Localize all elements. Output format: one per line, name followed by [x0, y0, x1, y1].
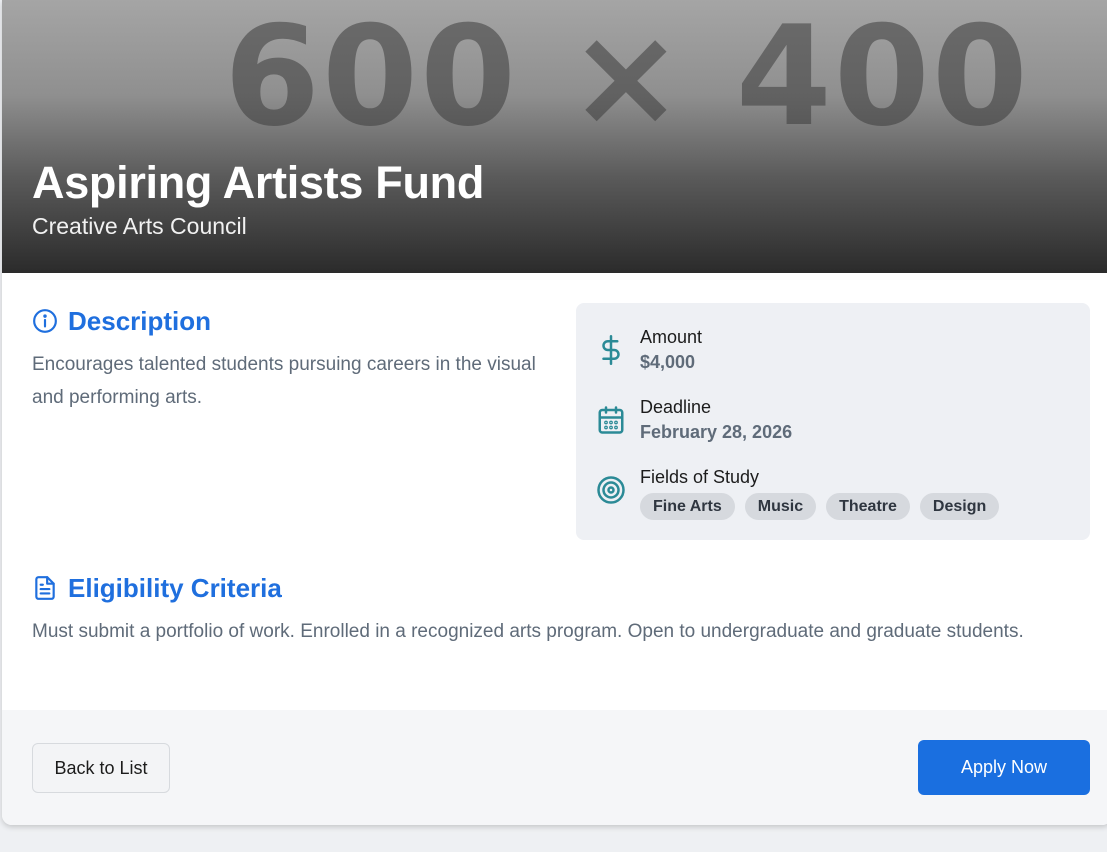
document-icon [35, 576, 55, 600]
dollar-icon [602, 335, 620, 365]
description-heading: Description [68, 306, 212, 336]
target-icon [597, 476, 625, 504]
scholarship-card: 600 × 400 Aspiring Artists Fund Creative… [2, 0, 1107, 825]
eligibility-heading: Eligibility Criteria [68, 573, 282, 603]
amount-row: Amount $4,000 [596, 325, 702, 375]
description-header: Description [32, 305, 211, 337]
field-tag: Design [919, 493, 1000, 520]
eligibility-text: Must submit a portfolio of work. Enrolle… [32, 621, 1024, 642]
apply-now-button[interactable]: Apply Now [918, 740, 1090, 795]
field-tag: Music [744, 493, 817, 520]
details-panel: Amount $4,000 Deadline February 28, 2026… [576, 303, 1090, 540]
deadline-row: Deadline February 28, 2026 [596, 395, 792, 445]
info-icon [33, 309, 57, 333]
fields-tags: Fine Arts Music Theatre Design [640, 493, 1000, 520]
back-to-list-button[interactable]: Back to List [32, 743, 170, 793]
hero-banner: 600 × 400 Aspiring Artists Fund Creative… [2, 0, 1107, 273]
amount-value: $4,000 [640, 352, 696, 372]
description-text: Encourages talented students pursuing ca… [32, 354, 536, 408]
fields-label: Fields of Study [640, 467, 760, 487]
placeholder-image-label: 600 × 400 [224, 0, 1030, 157]
deadline-label: Deadline [640, 397, 712, 417]
field-tag: Fine Arts [640, 493, 735, 520]
calendar-icon [598, 406, 624, 434]
eligibility-header: Eligibility Criteria [32, 572, 282, 604]
field-tag: Theatre [826, 493, 910, 520]
fields-row: Fields of Study Fine Arts Music Theatre … [596, 465, 1000, 520]
deadline-value: February 28, 2026 [640, 422, 793, 442]
scholarship-title: Aspiring Artists Fund [32, 157, 485, 208]
card-footer: Back to List Apply Now [2, 710, 1107, 825]
scholarship-provider: Creative Arts Council [32, 213, 247, 239]
amount-label: Amount [640, 327, 703, 347]
